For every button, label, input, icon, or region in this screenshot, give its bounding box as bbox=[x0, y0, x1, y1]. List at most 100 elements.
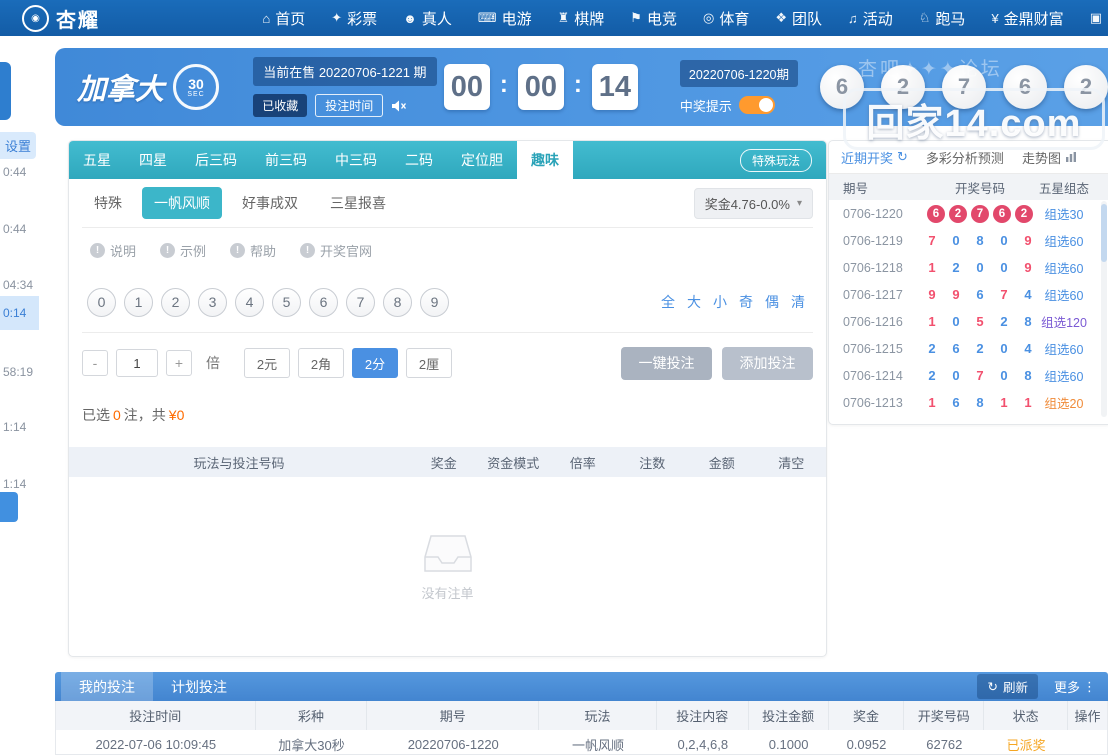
empty-bet-list: 没有注单 bbox=[69, 477, 826, 657]
nav-item-misc[interactable]: ▣陶 bbox=[1090, 8, 1108, 29]
link-bangzhu[interactable]: !帮助 bbox=[230, 241, 276, 260]
subtab-haoshichengshuang[interactable]: 好事成双 bbox=[230, 187, 310, 219]
issue: 0706-1218 bbox=[829, 261, 921, 275]
nav-item-horse-racing[interactable]: ♘跑马 bbox=[919, 8, 966, 29]
favorited-button[interactable]: 已收藏 bbox=[253, 94, 307, 117]
lottery-countdown-item[interactable]: 58:19 bbox=[3, 365, 33, 379]
quick-pick-even[interactable]: 偶 bbox=[765, 292, 779, 312]
bet-time-button[interactable]: 投注时间 bbox=[315, 94, 383, 117]
subtab-sanxingbaoxi[interactable]: 三星报喜 bbox=[318, 187, 398, 219]
unit-yuan-button[interactable]: 2元 bbox=[244, 348, 290, 378]
tab-analysis-forecast[interactable]: 多彩分析预测 bbox=[926, 148, 1004, 167]
unit-jiao-button[interactable]: 2角 bbox=[298, 348, 344, 378]
scrollbar-track[interactable] bbox=[1101, 201, 1107, 417]
tab-wuxing[interactable]: 五星 bbox=[69, 141, 125, 179]
lottery-countdown-item[interactable]: 0:44 bbox=[3, 222, 26, 236]
multiplier-plus-button[interactable]: + bbox=[166, 350, 192, 376]
number-ball-7[interactable]: 7 bbox=[346, 288, 375, 317]
number-ball-9[interactable]: 9 bbox=[420, 288, 449, 317]
info-icon: ! bbox=[160, 243, 175, 258]
lottery-countdown-item[interactable]: 0:44 bbox=[3, 165, 26, 179]
nav-label: 跑马 bbox=[935, 8, 965, 29]
one-key-bet-button[interactable]: 一键投注 bbox=[621, 347, 712, 380]
tab-dingweidan[interactable]: 定位胆 bbox=[447, 141, 517, 179]
add-bet-button[interactable]: 添加投注 bbox=[722, 347, 813, 380]
subtab-yifanfengshun-active[interactable]: 一帆风顺 bbox=[142, 187, 222, 219]
group-type: 组选30 bbox=[1039, 204, 1108, 223]
tab-my-bets-active[interactable]: 我的投注 bbox=[61, 672, 153, 701]
nav-item-chess[interactable]: ♜棋牌 bbox=[558, 8, 605, 29]
tab-qiansanma[interactable]: 前三码 bbox=[251, 141, 321, 179]
bonus-rate-dropdown[interactable]: 奖金4.76-0.0% ▾ bbox=[694, 188, 813, 219]
nav-item-egames[interactable]: ⌨电游 bbox=[478, 8, 532, 29]
collapsed-sidebar-tab[interactable] bbox=[0, 62, 11, 120]
bonus-rate-value: 奖金4.76-0.0% bbox=[705, 194, 790, 213]
more-button[interactable]: 更多 ⋮ bbox=[1054, 677, 1096, 696]
nav-item-sports[interactable]: ◎体育 bbox=[703, 8, 749, 29]
nav-item-activity[interactable]: ♫活动 bbox=[848, 8, 893, 29]
lottery-countdown-item[interactable]: 1:14 bbox=[3, 477, 26, 491]
selected-amount: ¥0 bbox=[169, 407, 185, 423]
number-ball-1[interactable]: 1 bbox=[124, 288, 153, 317]
tab-quwei-active[interactable]: 趣味 bbox=[517, 141, 573, 179]
link-shili[interactable]: !示例 bbox=[160, 241, 206, 260]
nav-item-esports[interactable]: ⚑电竞 bbox=[630, 8, 677, 29]
nav-item-lottery[interactable]: ✦彩票 bbox=[331, 8, 377, 29]
lottery-countdown-item[interactable]: 04:34 bbox=[3, 278, 33, 292]
countdown-minutes: 00 bbox=[518, 64, 564, 110]
link-shuoming[interactable]: !说明 bbox=[90, 241, 136, 260]
refresh-button[interactable]: ↻ 刷新 bbox=[977, 674, 1038, 699]
quick-pick-all[interactable]: 全 bbox=[661, 292, 675, 312]
multiplier-minus-button[interactable]: - bbox=[82, 350, 108, 376]
win-tip-toggle[interactable] bbox=[739, 96, 775, 114]
unit-fen-button-active[interactable]: 2分 bbox=[352, 348, 398, 378]
clear-all-button[interactable]: 清空 bbox=[757, 453, 827, 472]
quick-pick-odd[interactable]: 奇 bbox=[739, 292, 753, 312]
nav-item-live[interactable]: ☻真人 bbox=[403, 8, 452, 29]
lottery-countdown-item-selected[interactable]: 0:14 bbox=[0, 296, 39, 330]
brand[interactable]: ◉ 杏耀 bbox=[0, 4, 172, 33]
tab-zhongsanma[interactable]: 中三码 bbox=[321, 141, 391, 179]
chart-icon bbox=[1065, 151, 1077, 163]
number-ball-4[interactable]: 4 bbox=[235, 288, 264, 317]
badge-unit: SEC bbox=[187, 91, 204, 98]
tab-plan-bets[interactable]: 计划投注 bbox=[153, 672, 245, 701]
tab-recent-draws-active[interactable]: 近期开奖 ↻ bbox=[841, 148, 908, 167]
quick-pick-clear[interactable]: 清 bbox=[791, 292, 805, 312]
nav-item-home[interactable]: ⌂首页 bbox=[262, 8, 305, 29]
empty-text: 没有注单 bbox=[421, 583, 473, 602]
tab-trend-chart[interactable]: 走势图 bbox=[1022, 148, 1077, 167]
quick-pick-big[interactable]: 大 bbox=[687, 292, 701, 312]
subtab-teshu[interactable]: 特殊 bbox=[82, 187, 134, 219]
nav-item-wealth[interactable]: ¥金鼎财富 bbox=[991, 8, 1063, 29]
quick-pick-small[interactable]: 小 bbox=[713, 292, 727, 312]
refresh-icon[interactable]: ↻ bbox=[897, 149, 908, 165]
esports-icon: ⚑ bbox=[630, 10, 642, 26]
number-ball-0[interactable]: 0 bbox=[87, 288, 116, 317]
col-lottery-type: 彩种 bbox=[256, 701, 368, 730]
link-official-site[interactable]: !开奖官网 bbox=[300, 241, 372, 260]
sidebar-action-button[interactable] bbox=[0, 492, 18, 522]
issue: 0706-1215 bbox=[829, 342, 921, 356]
number-ball-5[interactable]: 5 bbox=[272, 288, 301, 317]
number-ball-2[interactable]: 2 bbox=[161, 288, 190, 317]
scrollbar-thumb[interactable] bbox=[1101, 204, 1107, 262]
tab-erma[interactable]: 二码 bbox=[391, 141, 447, 179]
lottery-countdown-item[interactable]: 1:14 bbox=[3, 420, 26, 434]
settings-tab[interactable]: 设置 bbox=[0, 132, 36, 159]
number-ball-8[interactable]: 8 bbox=[383, 288, 412, 317]
special-play-button[interactable]: 特殊玩法 bbox=[740, 149, 812, 172]
bet-controls-row: - 1 + 倍 2元 2角 2分 2厘 一键投注 添加投注 bbox=[69, 333, 826, 393]
summary-mid: 注，共 bbox=[124, 405, 166, 425]
number-ball-6[interactable]: 6 bbox=[309, 288, 338, 317]
number-ball-3[interactable]: 3 bbox=[198, 288, 227, 317]
nav-item-team[interactable]: ❖团队 bbox=[775, 8, 822, 29]
tab-housanma[interactable]: 后三码 bbox=[181, 141, 251, 179]
unit-li-button[interactable]: 2厘 bbox=[406, 348, 452, 378]
tab-sixing[interactable]: 四星 bbox=[125, 141, 181, 179]
recent-draw-row: 0706-1213 16811 组选20 bbox=[829, 389, 1108, 416]
multiplier-input[interactable]: 1 bbox=[116, 349, 158, 377]
refresh-label: 刷新 bbox=[1003, 677, 1028, 696]
recent-draw-row: 0706-1218 12009 组选60 bbox=[829, 254, 1108, 281]
mute-speaker-icon[interactable] bbox=[391, 99, 407, 113]
